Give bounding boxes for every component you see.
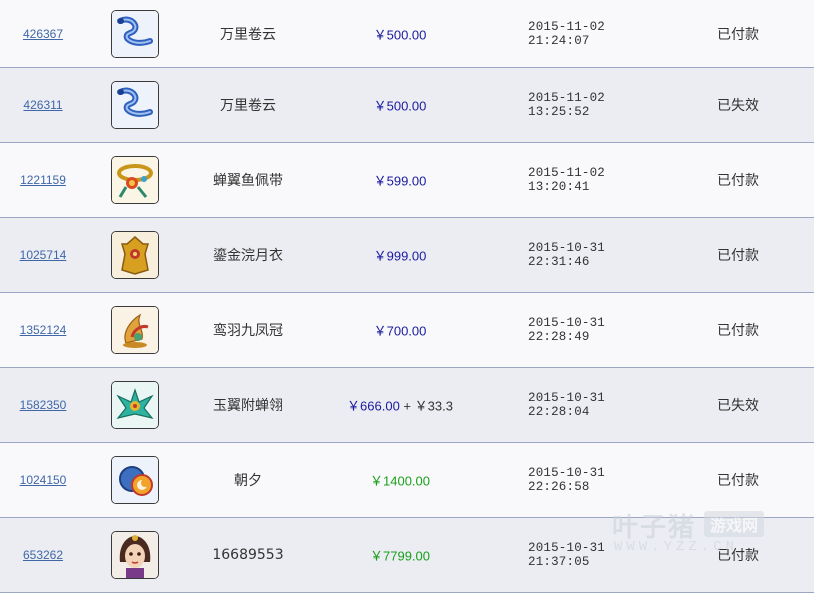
character-portrait-icon[interactable] <box>111 531 159 579</box>
item-price: ￥666.00 + ￥33.3 <box>320 396 480 415</box>
order-id-link[interactable]: 1024150 <box>18 473 68 487</box>
price-value: ￥700.00 <box>373 323 427 339</box>
order-time: 2015-11-02 13:25:52 <box>528 91 606 119</box>
table-row: 426311 万里卷云 ￥500.00 2015-11-02 13:25:52 … <box>0 68 814 143</box>
order-status: 已失效 <box>717 98 759 114</box>
order-id-link[interactable]: 1352124 <box>18 323 68 337</box>
golden-belt-icon[interactable] <box>111 156 159 204</box>
item-price: ￥7799.00 <box>320 546 480 565</box>
order-status: 已付款 <box>717 473 759 489</box>
price-value: ￥500.00 <box>373 27 427 42</box>
jade-wing-crown-icon[interactable] <box>111 381 159 429</box>
item-price: ￥500.00 <box>320 24 480 43</box>
price-value: ￥500.00 <box>373 98 427 114</box>
table-row: 1582350 玉翼附蝉翎 ￥666.00 + ￥33.3 2015-10-31… <box>0 368 814 443</box>
sun-moon-emblem-icon[interactable] <box>111 456 159 504</box>
item-price: ￥999.00 <box>320 246 480 265</box>
item-price: ￥599.00 <box>320 171 480 190</box>
order-id-link[interactable]: 1025714 <box>18 248 68 262</box>
item-name: 万里卷云 <box>220 26 276 43</box>
item-name: 玉翼附蝉翎 <box>213 398 283 414</box>
table-row: 1221159 蝉翼鱼佩带 ￥599.00 2015-11-02 13:20:4… <box>0 143 814 218</box>
price-value: ￥1400.00 <box>370 473 430 489</box>
order-id-link[interactable]: 1582350 <box>18 398 68 412</box>
price-value: ￥599.00 <box>373 173 427 189</box>
order-time: 2015-10-31 22:28:04 <box>528 391 606 419</box>
item-name: 鸾羽九凤冠 <box>213 323 283 339</box>
item-name: 蝉翼鱼佩带 <box>213 173 283 189</box>
order-status: 已付款 <box>717 323 759 339</box>
order-time: 2015-10-31 22:31:46 <box>528 241 606 269</box>
order-time: 2015-11-02 21:24:07 <box>528 19 606 48</box>
order-status: 已付款 <box>717 173 759 189</box>
extra-price: ￥33.3 <box>414 398 453 414</box>
order-id-link[interactable]: 1221159 <box>18 173 68 187</box>
order-status: 已付款 <box>717 248 759 264</box>
order-status: 已失效 <box>717 398 759 414</box>
order-time: 2015-10-31 22:28:49 <box>528 316 606 344</box>
orders-table: 426367 万里卷云 ￥500.00 2015-11-02 21:24:07 … <box>0 0 814 593</box>
item-name: 朝夕 <box>234 473 262 489</box>
item-name: 万里卷云 <box>220 98 276 114</box>
table-row: 1025714 鎏金浣月衣 ￥999.00 2015-10-31 22:31:4… <box>0 218 814 293</box>
order-time: 2015-10-31 21:37:05 <box>528 541 606 569</box>
order-id-link[interactable]: 653262 <box>18 548 68 562</box>
item-price: ￥700.00 <box>320 321 480 340</box>
item-price: ￥1400.00 <box>320 471 480 490</box>
blue-ribbon-icon[interactable] <box>111 9 159 58</box>
table-row: 1352124 鸾羽九凤冠 ￥700.00 2015-10-31 22:28:4… <box>0 293 814 368</box>
order-status: 已付款 <box>717 548 759 564</box>
item-price: ￥500.00 <box>320 96 480 115</box>
price-value: ￥666.00 <box>347 398 400 414</box>
order-id-link[interactable]: 426311 <box>18 98 68 112</box>
price-value: ￥999.00 <box>373 248 427 264</box>
order-id-link[interactable]: 426367 <box>18 27 68 41</box>
table-row: 653262 16689553 ￥7799.00 2015-10-31 21:3… <box>0 518 814 593</box>
order-status: 已付款 <box>717 26 759 43</box>
table-row: 426367 万里卷云 ￥500.00 2015-11-02 21:24:07 … <box>0 0 814 68</box>
phoenix-crown-icon[interactable] <box>111 306 159 354</box>
item-name: 鎏金浣月衣 <box>213 248 283 264</box>
golden-armor-icon[interactable] <box>111 231 159 279</box>
blue-ribbon-icon[interactable] <box>111 81 159 129</box>
table-row: 1024150 朝夕 ￥1400.00 2015-10-31 22:26:58 … <box>0 443 814 518</box>
plus-sign: + <box>403 398 412 414</box>
order-time: 2015-11-02 13:20:41 <box>528 166 606 194</box>
order-time: 2015-10-31 22:26:58 <box>528 466 606 494</box>
item-name: 16689553 <box>212 547 284 563</box>
price-value: ￥7799.00 <box>370 548 430 564</box>
